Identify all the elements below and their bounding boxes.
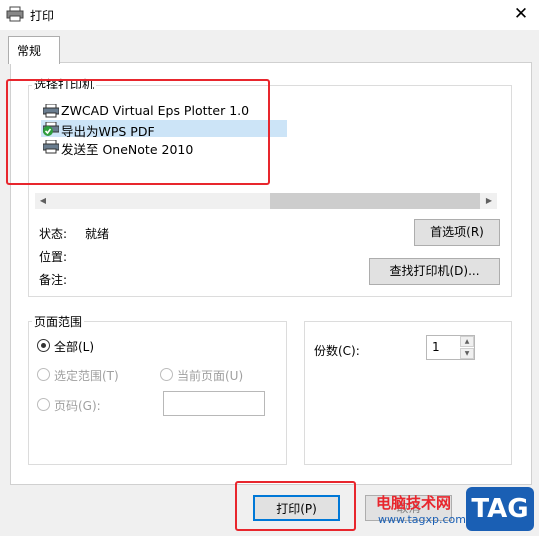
radio-all[interactable] <box>37 339 50 352</box>
window-title: 打印 <box>30 9 55 23</box>
title-bar <box>0 0 539 30</box>
highlight-box-print <box>235 481 356 531</box>
scroll-right-icon[interactable]: ▶ <box>481 193 497 209</box>
tab-general-label: 常规 <box>17 44 42 58</box>
spin-down-icon[interactable]: ▼ <box>460 348 474 359</box>
find-printer-button[interactable]: 查找打印机(D)... <box>369 258 500 285</box>
scrollbar-thumb[interactable] <box>270 193 480 209</box>
radio-all-label[interactable]: 全部(L) <box>54 338 94 355</box>
status-label: 状态: <box>39 227 68 241</box>
comment-label: 备注: <box>39 273 68 287</box>
pages-input[interactable] <box>163 391 265 416</box>
location-label: 位置: <box>39 250 68 264</box>
scroll-left-icon[interactable]: ◀ <box>35 193 51 209</box>
status-value: 就绪 <box>85 227 110 241</box>
watermark-tag-logo: TAG <box>466 487 534 531</box>
radio-pages[interactable] <box>37 398 50 411</box>
page-range-title: 页面范围 <box>32 313 85 330</box>
copies-input[interactable]: 1 ▲ ▼ <box>426 335 475 360</box>
highlight-box-printers <box>6 79 270 185</box>
radio-current-page-label[interactable]: 当前页面(U) <box>177 367 243 384</box>
preferences-button[interactable]: 首选项(R) <box>414 219 500 246</box>
radio-pages-label[interactable]: 页码(G): <box>54 397 101 414</box>
watermark-badge: TAG <box>471 494 529 524</box>
copies-value: 1 <box>432 340 440 354</box>
radio-selection-label[interactable]: 选定范围(T) <box>54 367 119 384</box>
find-printer-button-label: 查找打印机(D)... <box>389 264 480 278</box>
watermark-site-name: 电脑技术网 <box>376 494 452 512</box>
spin-up-icon[interactable]: ▲ <box>460 336 474 347</box>
preferences-button-label: 首选项(R) <box>430 225 484 239</box>
radio-selection[interactable] <box>37 368 50 381</box>
copies-label: 份数(C): <box>314 344 360 358</box>
radio-current-page[interactable] <box>160 368 173 381</box>
close-icon[interactable]: ✕ <box>508 4 534 26</box>
watermark-url: www.tagxp.com <box>378 513 466 526</box>
tab-general[interactable]: 常规 <box>8 36 60 64</box>
print-icon <box>6 6 24 22</box>
